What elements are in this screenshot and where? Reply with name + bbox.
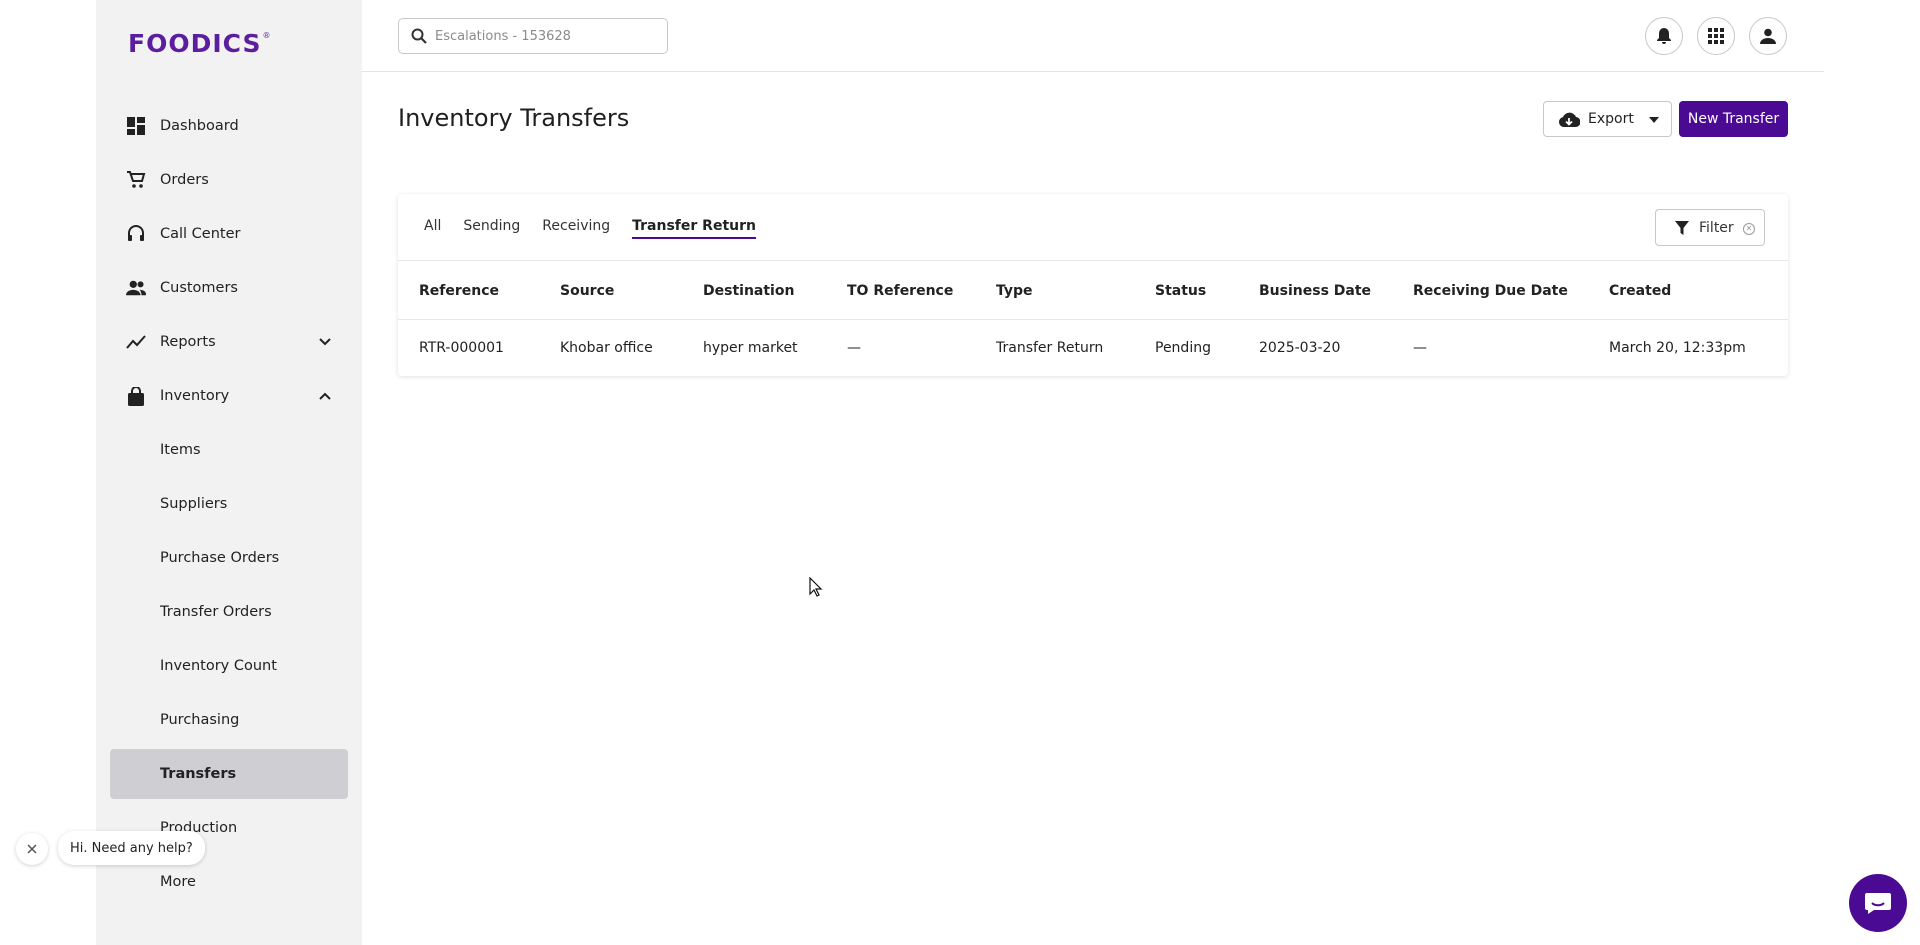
- tab-receiving[interactable]: Receiving: [542, 218, 610, 239]
- table-header: Reference Source Destination TO Referenc…: [398, 260, 1788, 320]
- clear-filter-icon[interactable]: ✕: [1743, 223, 1755, 235]
- sidebar-item-customers[interactable]: Customers: [96, 261, 362, 315]
- search-box[interactable]: [398, 18, 668, 54]
- filter-button[interactable]: Filter ✕: [1655, 209, 1765, 246]
- sidebar-item-label: Dashboard: [160, 118, 239, 134]
- sidebar-subitem-items[interactable]: Items: [96, 423, 362, 477]
- user-icon: [1760, 28, 1776, 44]
- notifications-button[interactable]: [1645, 17, 1683, 55]
- cell-to-reference: —: [847, 340, 861, 356]
- filter-label: Filter: [1699, 219, 1734, 236]
- table-row[interactable]: RTR-000001 Khobar office hyper market — …: [398, 320, 1788, 376]
- caret-down-icon: [1649, 117, 1659, 123]
- sidebar-subitem-transfers[interactable]: Transfers: [110, 749, 348, 799]
- mouse-cursor-icon: [809, 577, 823, 597]
- page-title: Inventory Transfers: [398, 104, 630, 132]
- chat-launcher-button[interactable]: [1849, 874, 1907, 932]
- bell-icon: [1657, 28, 1671, 44]
- cell-status: Pending: [1155, 340, 1211, 356]
- chart-line-icon: [126, 332, 146, 352]
- sidebar-item-inventory[interactable]: Inventory: [96, 369, 362, 423]
- cell-created: March 20, 12:33pm: [1609, 340, 1746, 356]
- cell-type: Transfer Return: [996, 340, 1104, 356]
- cell-source: Khobar office: [560, 340, 653, 356]
- column-header[interactable]: Created: [1609, 283, 1671, 299]
- sidebar-item-dashboard[interactable]: Dashboard: [96, 99, 362, 153]
- sidebar-item-reports[interactable]: Reports: [96, 315, 362, 369]
- column-header[interactable]: TO Reference: [847, 283, 953, 299]
- tab-transfer-return[interactable]: Transfer Return: [632, 218, 756, 239]
- search-icon: [411, 28, 427, 44]
- filter-icon: [1675, 221, 1689, 235]
- tab-sending[interactable]: Sending: [463, 218, 520, 239]
- tab-all[interactable]: All: [424, 218, 441, 239]
- close-icon: [27, 844, 37, 854]
- cart-icon: [126, 170, 146, 190]
- column-header[interactable]: Destination: [703, 283, 794, 299]
- search-input[interactable]: [435, 28, 655, 44]
- sidebar-item-label: Reports: [160, 334, 216, 350]
- transfers-card: All Sending Receiving Transfer Return Fi…: [398, 194, 1788, 376]
- cell-reference: RTR-000001: [419, 340, 504, 356]
- grid-icon: [1708, 28, 1724, 44]
- column-header[interactable]: Business Date: [1259, 283, 1371, 299]
- new-transfer-button[interactable]: New Transfer: [1679, 101, 1788, 137]
- transfer-tabs: All Sending Receiving Transfer Return: [424, 218, 778, 239]
- users-icon: [126, 278, 146, 298]
- cell-receiving-due-date: —: [1413, 340, 1427, 356]
- sidebar-subitem-transfer-orders[interactable]: Transfer Orders: [96, 585, 362, 639]
- sidebar-item-label: Call Center: [160, 226, 241, 242]
- export-label: Export: [1588, 111, 1634, 127]
- help-close-button[interactable]: [16, 833, 48, 865]
- sidebar-subitem-purchase-orders[interactable]: Purchase Orders: [96, 531, 362, 585]
- logo-text: FOODICS: [128, 28, 262, 58]
- chevron-down-icon: [319, 338, 331, 346]
- apps-button[interactable]: [1697, 17, 1735, 55]
- sidebar-item-label: Customers: [160, 280, 238, 296]
- sidebar-item-orders[interactable]: Orders: [96, 153, 362, 207]
- chevron-up-icon: [319, 392, 331, 400]
- sidebar-nav: Dashboard Orders Call Center Customers R…: [96, 99, 362, 909]
- page: FOODICS ® Dashboard Orders Call Center C…: [0, 0, 1920, 945]
- foodics-logo[interactable]: FOODICS ®: [128, 28, 271, 58]
- column-header[interactable]: Status: [1155, 283, 1206, 299]
- logo-mark: ®: [262, 30, 271, 40]
- dashboard-icon: [126, 116, 146, 136]
- help-bubble[interactable]: Hi. Need any help?: [58, 831, 205, 865]
- cell-business-date: 2025-03-20: [1259, 340, 1341, 356]
- bag-icon: [126, 386, 146, 406]
- cell-destination: hyper market: [703, 340, 798, 356]
- column-header[interactable]: Type: [996, 283, 1033, 299]
- column-header[interactable]: Receiving Due Date: [1413, 283, 1568, 299]
- cloud-download-icon: [1559, 112, 1580, 128]
- sidebar-subitem-inventory-count[interactable]: Inventory Count: [96, 639, 362, 693]
- sidebar-item-call-center[interactable]: Call Center: [96, 207, 362, 261]
- sidebar: FOODICS ® Dashboard Orders Call Center C…: [96, 0, 362, 945]
- profile-button[interactable]: [1749, 17, 1787, 55]
- top-bar: [362, 0, 1824, 72]
- chat-icon: [1865, 893, 1891, 914]
- headset-icon: [126, 224, 146, 244]
- sidebar-item-label: Orders: [160, 172, 209, 188]
- column-header[interactable]: Reference: [419, 283, 499, 299]
- sidebar-item-label: Inventory: [160, 388, 230, 404]
- sidebar-subitem-suppliers[interactable]: Suppliers: [96, 477, 362, 531]
- column-header[interactable]: Source: [560, 283, 614, 299]
- sidebar-subitem-purchasing[interactable]: Purchasing: [96, 693, 362, 747]
- export-button[interactable]: Export: [1543, 101, 1672, 137]
